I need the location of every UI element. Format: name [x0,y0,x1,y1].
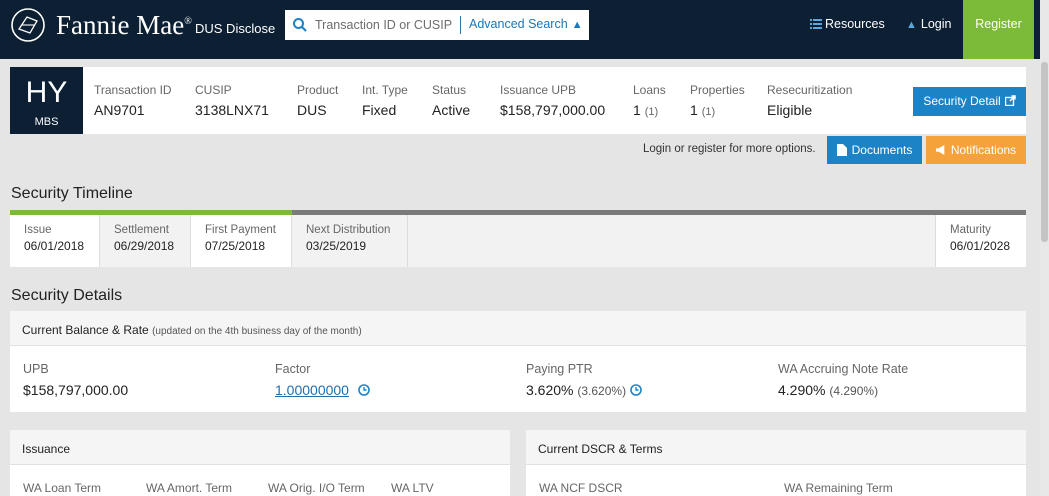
scrollbar-thumb[interactable] [1041,62,1048,242]
timeline-spacer [408,215,936,267]
brand-name[interactable]: Fannie Mae® [56,10,192,41]
balance-rate-panel: UPB $158,797,000.00 Factor 1.00000000 Payi… [10,346,1026,412]
field-int-type: Int. Type Fixed [362,83,408,118]
clock-history-icon[interactable] [358,384,370,396]
timeline-item-issue: Issue 06/01/2018 [10,215,100,267]
security-details-title: Security Details [11,287,123,304]
chevron-up-icon: ▲ [571,19,583,31]
chevron-up-icon: ▲ [906,19,917,31]
security-detail-button[interactable]: Security Detail [913,87,1026,116]
external-link-icon [1004,95,1016,106]
resources-link[interactable]: Resources [810,17,885,31]
badge-code: HY [25,76,68,109]
search-icon[interactable] [292,17,308,33]
security-summary-card: HY MBS Transaction ID AN9701 CUSIP 3138LNX… [10,67,1026,134]
field-issuance-upb: Issuance UPB $158,797,000.00 [500,83,606,118]
detail-upb: UPB $158,797,000.00 [23,362,129,398]
issuance-wa-amort-term: WA Amort. Term [146,481,233,495]
timeline-item-settlement: Settlement 06/29/2018 [100,215,191,267]
field-product: Product DUS [297,83,339,118]
issuance-wa-orig-io-term: WA Orig. I/O Term [268,481,365,495]
timeline-item-first-payment: First Payment 07/25/2018 [191,215,292,267]
fannie-mae-logo-icon[interactable] [10,7,46,43]
advanced-search-toggle[interactable]: Advanced Search ▲ [469,17,583,31]
field-properties: Properties 1 (1) [690,83,745,118]
badge-type: MBS [34,116,59,128]
field-status: Status Active [432,83,471,118]
detail-paying-ptr: Paying PTR 3.620% (3.620%) [526,362,642,398]
dscr-wa-ncf-dscr: WA NCF DSCR [539,481,623,495]
search-divider [460,16,461,34]
notifications-button[interactable]: Notifications [926,136,1026,164]
issuance-panel-header: Issuance [10,430,510,465]
sub-brand: DUS Disclose [195,21,276,36]
field-cusip: CUSIP 3138LNX71 [195,83,269,118]
dscr-wa-remaining-term: WA Remaining Term [784,481,893,495]
field-resecuritization: Resecuritization Eligible [767,83,853,118]
detail-wa-accruing-note-rate: WA Accruing Note Rate 4.290% (4.290%) [778,362,909,398]
clock-history-icon[interactable] [630,384,642,396]
field-transaction-id: Transaction ID AN9701 [94,83,172,118]
timeline-item-next-distribution: Next Distribution 03/25/2019 [292,215,408,267]
search-box: Advanced Search▲ [285,10,589,40]
list-icon [810,19,822,29]
document-icon [836,144,847,156]
documents-button[interactable]: Documents [827,136,922,164]
dscr-terms-panel: WA NCF DSCR WA Remaining Term [526,465,1026,496]
login-register-note: Login or register for more options. [643,143,816,155]
register-button[interactable]: Register [963,0,1034,59]
top-navigation-bar: Fannie Mae® DUS Disclose Advanced Search… [0,0,1049,59]
login-label: Login [920,17,952,31]
dscr-terms-panel-header: Current DSCR & Terms [526,430,1026,465]
megaphone-icon [935,145,945,155]
factor-link[interactable]: 1.00000000 [275,382,349,398]
issuance-wa-ltv: WA LTV [391,481,434,495]
issuance-panel: WA Loan Term WA Amort. Term WA Orig. I/O… [10,465,510,496]
login-link[interactable]: ▲ Login [906,17,951,31]
balance-rate-panel-header: Current Balance & Rate (updated on the 4… [10,311,1026,346]
security-timeline: Issue 06/01/2018 Settlement 06/29/2018 Fir… [10,210,1026,267]
security-type-badge: HY MBS [10,67,83,134]
resources-label: Resources [825,17,885,31]
search-input[interactable] [315,15,455,35]
issuance-wa-loan-term: WA Loan Term [23,481,102,495]
detail-factor: Factor 1.00000000 [275,362,370,398]
advanced-search-label: Advanced Search [469,17,568,31]
timeline-item-maturity: Maturity 06/01/2028 [936,215,1026,267]
field-loans: Loans 1 (1) [633,83,666,118]
security-timeline-title: Security Timeline [11,185,133,202]
